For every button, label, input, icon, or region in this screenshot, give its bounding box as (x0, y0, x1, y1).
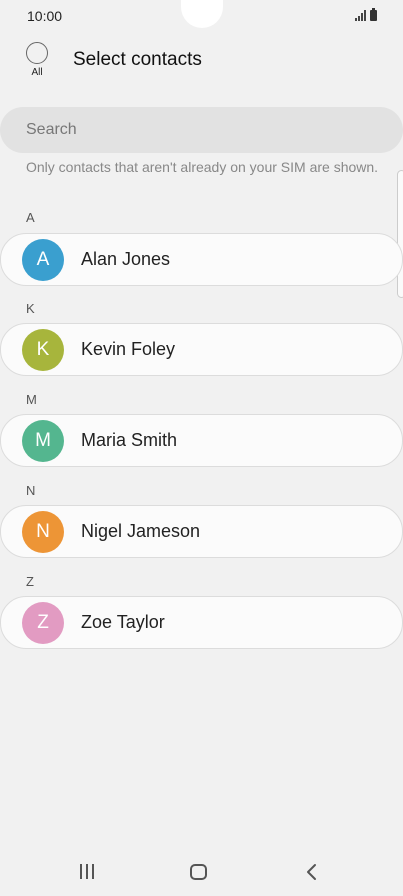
avatar: K (22, 329, 64, 371)
camera-notch (181, 0, 223, 28)
contact-row-maria-smith[interactable]: M Maria Smith (0, 414, 403, 467)
section-letter-k: K (26, 301, 35, 316)
section-letter-m: M (26, 392, 37, 407)
section-letter-n: N (26, 483, 36, 498)
section-letter-z: Z (26, 574, 34, 589)
recent-apps-icon[interactable] (80, 864, 94, 879)
scrollbar[interactable] (397, 170, 403, 298)
search-input[interactable]: Search (0, 107, 403, 153)
contact-row-zoe-taylor[interactable]: Z Zoe Taylor (0, 596, 403, 649)
signal-icon (355, 10, 366, 21)
status-icons (355, 8, 377, 21)
contact-row-nigel-jameson[interactable]: N Nigel Jameson (0, 505, 403, 558)
navigation-bar (0, 850, 403, 896)
contact-name: Zoe Taylor (81, 612, 165, 632)
status-time: 10:00 (27, 8, 63, 24)
checkbox-circle-icon (26, 42, 48, 64)
search-placeholder: Search (26, 121, 77, 138)
select-all-checkbox[interactable]: All (24, 42, 50, 78)
screen: 10:00 All Select contacts Search Only co… (0, 0, 403, 896)
contact-name: Maria Smith (81, 430, 178, 450)
section-letter-a: A (26, 210, 35, 225)
avatar: N (22, 511, 64, 553)
contact-name: Nigel Jameson (81, 521, 201, 541)
contact-name: Alan Jones (81, 249, 171, 269)
contact-name: Kevin Foley (81, 339, 176, 359)
select-all-label: All (31, 67, 43, 78)
info-note: Only contacts that aren't already on you… (26, 159, 379, 175)
contact-row-alan-jones[interactable]: A Alan Jones (0, 233, 403, 286)
avatar: A (22, 239, 64, 281)
back-icon[interactable] (305, 862, 319, 882)
avatar: M (22, 420, 64, 462)
avatar: Z (22, 602, 64, 644)
page-title: Select contacts (73, 49, 202, 70)
contact-row-kevin-foley[interactable]: K Kevin Foley (0, 323, 403, 376)
battery-icon (370, 8, 377, 21)
status-bar: 10:00 (0, 0, 403, 32)
home-icon[interactable] (190, 864, 207, 880)
